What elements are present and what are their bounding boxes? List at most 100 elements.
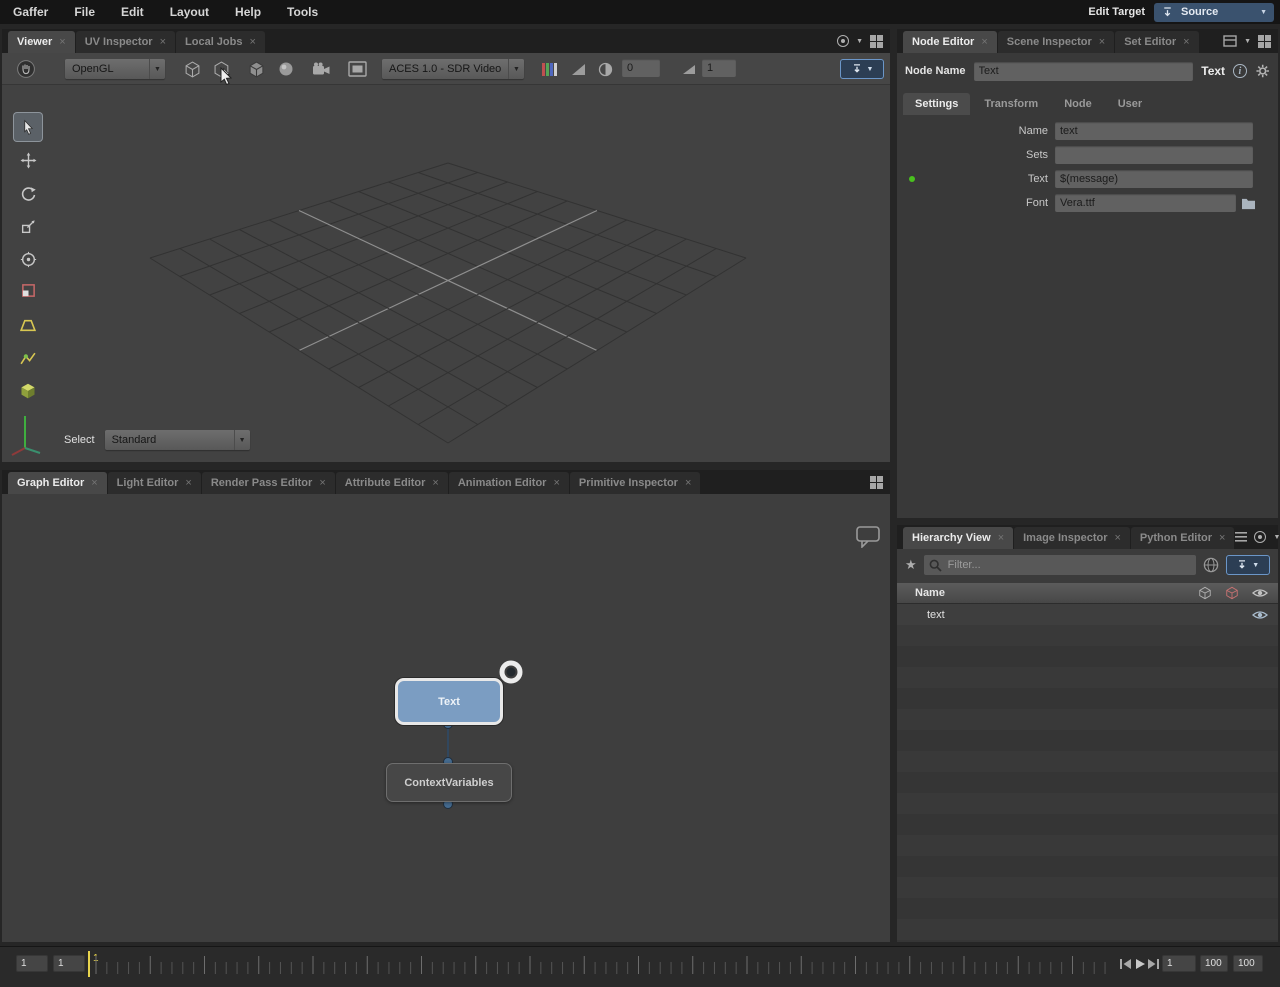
tab-user[interactable]: User bbox=[1106, 93, 1154, 115]
sets-field-input[interactable] bbox=[1055, 146, 1253, 164]
scale-tool-button[interactable] bbox=[14, 212, 42, 240]
menu-item-file[interactable]: File bbox=[61, 0, 108, 24]
close-tab-icon[interactable]: × bbox=[553, 477, 559, 489]
docking-mode-icon[interactable] bbox=[1223, 35, 1237, 47]
tab-node[interactable]: Node bbox=[1052, 93, 1104, 115]
render-frame-icon[interactable] bbox=[345, 58, 369, 80]
shaded-cube-icon[interactable] bbox=[245, 58, 267, 80]
close-tab-icon[interactable]: × bbox=[91, 477, 97, 489]
tab-scene-inspector[interactable]: Scene Inspector× bbox=[998, 31, 1114, 53]
tab-node-editor[interactable]: Node Editor× bbox=[903, 31, 997, 53]
tab-python-editor[interactable]: Python Editor× bbox=[1131, 527, 1235, 549]
edit-points-tool-button[interactable] bbox=[14, 344, 42, 372]
tab-set-editor[interactable]: Set Editor× bbox=[1115, 31, 1198, 53]
playback-end-input[interactable] bbox=[1200, 955, 1228, 972]
tab-viewer[interactable]: Viewer× bbox=[8, 31, 75, 53]
chevron-down-icon[interactable]: ▼ bbox=[1244, 38, 1251, 45]
menu-item-tools[interactable]: Tools bbox=[274, 0, 331, 24]
tab-transform[interactable]: Transform bbox=[972, 93, 1050, 115]
renderer-dropdown[interactable]: OpenGL ▼ bbox=[65, 59, 165, 79]
tab-primitive-inspector[interactable]: Primitive Inspector× bbox=[570, 472, 700, 494]
play-button[interactable] bbox=[1133, 957, 1147, 971]
display-transform-dropdown[interactable]: ACES 1.0 - SDR Video ▼ bbox=[382, 59, 524, 79]
font-field-input[interactable] bbox=[1055, 194, 1236, 212]
node-graph-canvas[interactable]: Text ContextVariables bbox=[2, 494, 890, 942]
tab-local-jobs[interactable]: Local Jobs× bbox=[176, 31, 265, 53]
gamma-input[interactable] bbox=[702, 59, 736, 77]
visibility-eye-icon[interactable] bbox=[1252, 587, 1268, 599]
timeline-ruler[interactable] bbox=[0, 947, 1280, 987]
close-tab-icon[interactable]: × bbox=[185, 477, 191, 489]
close-tab-icon[interactable]: × bbox=[998, 532, 1004, 544]
set-membership-icon[interactable] bbox=[1198, 586, 1212, 600]
layout-grid-icon[interactable] bbox=[870, 476, 883, 489]
tab-render-pass-editor[interactable]: Render Pass Editor× bbox=[202, 472, 335, 494]
chevron-down-icon[interactable]: ▼ bbox=[1273, 534, 1280, 541]
layout-grid-icon[interactable] bbox=[870, 35, 883, 48]
scene-globe-icon[interactable] bbox=[1203, 557, 1219, 573]
contextvariables-node[interactable]: ContextVariables bbox=[386, 763, 512, 802]
tab-light-editor[interactable]: Light Editor× bbox=[108, 472, 201, 494]
gamma-ramp-icon[interactable] bbox=[680, 58, 698, 80]
close-tab-icon[interactable]: × bbox=[685, 477, 691, 489]
folder-icon[interactable] bbox=[1241, 197, 1256, 210]
close-tab-icon[interactable]: × bbox=[981, 36, 987, 48]
info-icon[interactable] bbox=[1233, 64, 1247, 78]
camera-frustum-tool-button[interactable] bbox=[14, 311, 42, 339]
exclusion-cube-icon[interactable] bbox=[1225, 586, 1239, 600]
text-field-input[interactable] bbox=[1055, 170, 1253, 188]
crop-window-tool-button[interactable] bbox=[14, 278, 42, 302]
wireframe-cube-icon[interactable] bbox=[181, 58, 203, 80]
panel-focus-menu-icon[interactable] bbox=[1254, 531, 1266, 543]
text-node[interactable]: Text bbox=[395, 678, 503, 725]
chevron-down-icon[interactable]: ▼ bbox=[856, 38, 863, 45]
select-mode-dropdown[interactable]: Standard ▼ bbox=[105, 430, 250, 450]
rotate-tool-button[interactable] bbox=[14, 179, 42, 207]
tab-graph-editor[interactable]: Graph Editor× bbox=[8, 472, 107, 494]
tab-image-inspector[interactable]: Image Inspector× bbox=[1014, 527, 1130, 549]
menu-item-edit[interactable]: Edit bbox=[108, 0, 157, 24]
menu-item-gaffer[interactable]: Gaffer bbox=[0, 0, 61, 24]
filter-input[interactable] bbox=[924, 555, 1196, 575]
cube-tool-button[interactable] bbox=[14, 377, 42, 405]
menu-item-help[interactable]: Help bbox=[222, 0, 274, 24]
edit-target-source-dropdown[interactable]: Source ▼ bbox=[1154, 3, 1274, 22]
camera-icon[interactable] bbox=[309, 58, 333, 80]
visibility-eye-icon[interactable] bbox=[1252, 609, 1268, 621]
range-end-input[interactable] bbox=[1233, 955, 1263, 972]
skip-to-end-button[interactable] bbox=[1146, 957, 1160, 971]
close-tab-icon[interactable]: × bbox=[432, 477, 438, 489]
current-frame-input[interactable] bbox=[1162, 955, 1196, 972]
gear-icon[interactable] bbox=[1255, 63, 1270, 79]
tab-animation-editor[interactable]: Animation Editor× bbox=[449, 472, 569, 494]
tab-settings[interactable]: Settings bbox=[903, 93, 970, 115]
pivot-tool-button[interactable] bbox=[14, 245, 42, 273]
translate-tool-button[interactable] bbox=[14, 146, 42, 174]
exposure-input[interactable] bbox=[622, 59, 660, 77]
close-tab-icon[interactable]: × bbox=[249, 36, 255, 48]
select-tool-button[interactable] bbox=[14, 113, 42, 141]
close-tab-icon[interactable]: × bbox=[1183, 36, 1189, 48]
layout-grid-icon[interactable] bbox=[1258, 35, 1271, 48]
edit-scope-dropdown[interactable]: ▼ bbox=[1226, 555, 1270, 575]
menu-item-layout[interactable]: Layout bbox=[157, 0, 222, 24]
gamma-sphere-icon[interactable] bbox=[595, 58, 615, 80]
close-tab-icon[interactable]: × bbox=[160, 36, 166, 48]
light-sphere-icon[interactable] bbox=[275, 58, 297, 80]
hand-tool-icon[interactable] bbox=[15, 58, 37, 80]
close-tab-icon[interactable]: × bbox=[1114, 532, 1120, 544]
tab-uv-inspector[interactable]: UV Inspector× bbox=[76, 31, 175, 53]
close-tab-icon[interactable]: × bbox=[59, 36, 65, 48]
tab-attribute-editor[interactable]: Attribute Editor× bbox=[336, 472, 448, 494]
favorites-star-icon[interactable]: ★ bbox=[905, 557, 917, 573]
viewer-3d-viewport[interactable]: Select Standard ▼ bbox=[2, 85, 890, 462]
close-tab-icon[interactable]: × bbox=[319, 477, 325, 489]
node-name-input[interactable] bbox=[974, 62, 1194, 81]
panel-focus-menu-icon[interactable] bbox=[837, 35, 849, 47]
color-channels-icon[interactable] bbox=[539, 58, 559, 80]
view-target-dropdown[interactable]: ▼ bbox=[840, 59, 884, 79]
hierarchy-row-text[interactable]: text bbox=[897, 604, 1278, 625]
name-field-input[interactable] bbox=[1055, 122, 1253, 140]
skip-to-start-button[interactable] bbox=[1118, 957, 1132, 971]
exposure-ramp-icon[interactable] bbox=[568, 58, 588, 80]
